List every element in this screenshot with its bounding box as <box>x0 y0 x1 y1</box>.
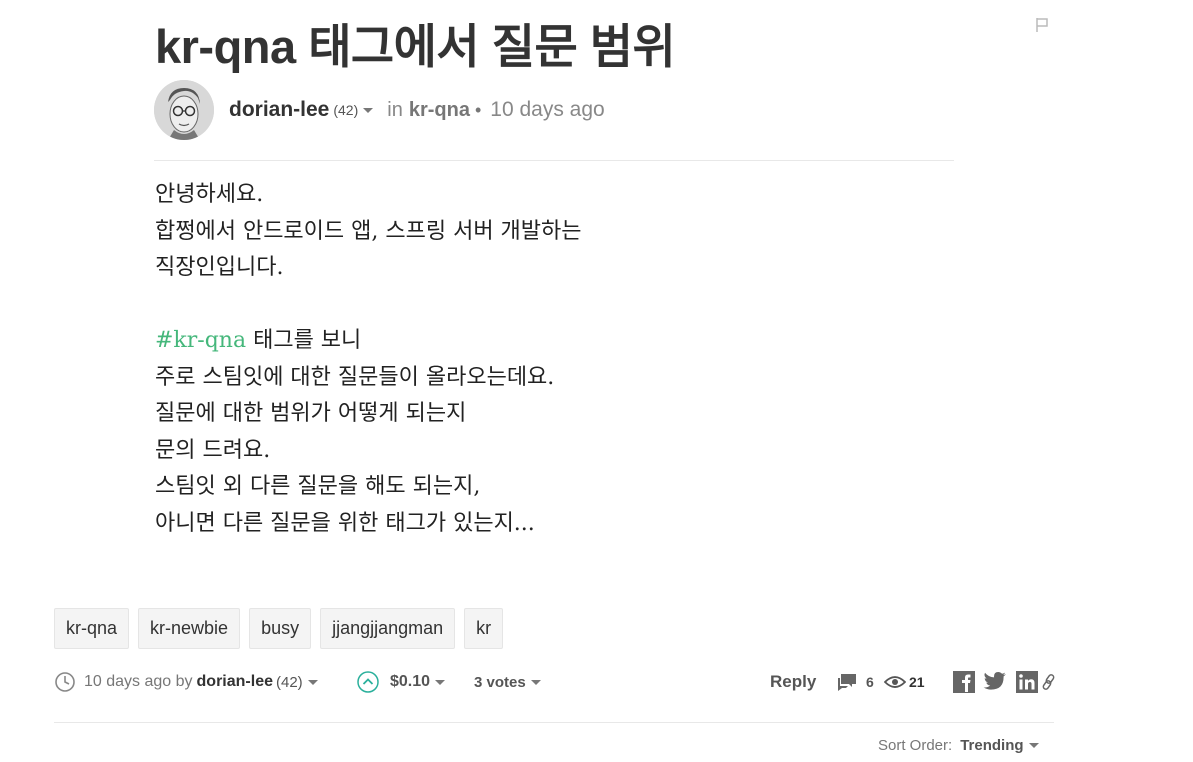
link-icon[interactable] <box>1041 665 1059 699</box>
body-line: 안녕하세요. <box>155 182 264 207</box>
hashtag-link[interactable]: #kr-qna <box>155 328 246 353</box>
post-footer: 10 days ago by dorian-lee (42) $0.10 3 v… <box>54 665 1064 699</box>
votes-caret[interactable] <box>530 679 541 685</box>
clock-icon <box>54 665 76 699</box>
footer-time: 10 days ago by dorian-lee (42) <box>84 665 318 699</box>
eye-icon <box>884 665 906 699</box>
author-link[interactable]: dorian-lee <box>229 98 329 122</box>
reply-link[interactable]: Reply <box>770 665 816 699</box>
comments-icon[interactable] <box>836 665 860 699</box>
body-text-fragment: 태그를 보니 <box>246 328 362 353</box>
payout-caret[interactable] <box>435 679 446 685</box>
tag-kr[interactable]: kr <box>464 608 504 649</box>
body-line: 직장인입니다. <box>155 255 284 280</box>
payout-value[interactable]: $0.10 <box>390 665 446 699</box>
body-line: 질문에 대한 범위가 어떻게 되는지 <box>155 401 467 426</box>
tag-list: kr-qna kr-newbie busy jjangjjangman kr <box>54 608 504 649</box>
body-line: #kr-qna 태그를 보니 <box>155 323 582 360</box>
divider <box>154 160 954 161</box>
in-label: in <box>387 98 403 121</box>
sort-label: Sort Order: <box>878 737 953 754</box>
author-row: dorian-lee (42) in kr-qna • 10 days ago <box>154 79 605 141</box>
linkedin-icon[interactable] <box>1015 665 1039 699</box>
votes-count[interactable]: 3 votes <box>474 665 541 699</box>
upvote-icon[interactable] <box>356 665 380 699</box>
facebook-icon[interactable] <box>952 665 976 699</box>
sort-caret[interactable] <box>1028 743 1039 748</box>
body-line: 합쩡에서 안드로이드 앱, 스프링 서버 개발하는 <box>155 218 582 244</box>
author-reputation: (42) <box>333 102 359 118</box>
body-line: 스팀잇 외 다른 질문을 해도 되는지, <box>155 474 481 499</box>
separator-dot: • <box>474 99 482 120</box>
body-line: 문의 드려요. <box>155 437 271 463</box>
tag-kr-qna[interactable]: kr-qna <box>54 608 130 649</box>
footer-author-link[interactable]: dorian-lee <box>197 673 273 691</box>
footer-author-caret[interactable] <box>307 679 318 685</box>
post-body: 안녕하세요. 합쩡에서 안드로이드 앱, 스프링 서버 개발하는 직장인입니다.… <box>155 177 582 542</box>
sort-value[interactable]: Trending <box>960 737 1023 754</box>
sort-order[interactable]: Sort Order: Trending <box>878 737 1039 754</box>
body-line-empty <box>155 287 582 324</box>
votes-label: 3 votes <box>474 673 526 691</box>
twitter-icon[interactable] <box>983 665 1007 699</box>
tag-kr-newbie[interactable]: kr-newbie <box>138 608 241 649</box>
tag-jjangjjangman[interactable]: jjangjjangman <box>320 608 456 649</box>
author-menu-caret[interactable] <box>363 107 374 113</box>
comments-count[interactable]: 6 <box>866 665 874 699</box>
views-count: 21 <box>909 674 925 690</box>
body-line: 아니면 다른 질문을 위한 태그가 있는지... <box>155 510 535 536</box>
post-time: 10 days ago <box>490 98 605 121</box>
payout-amount: $0.10 <box>390 673 431 690</box>
divider <box>54 722 1054 723</box>
avatar[interactable] <box>154 80 214 140</box>
category-link[interactable]: kr-qna <box>409 99 470 122</box>
post-title: kr-qna 태그에서 질문 범위 <box>155 20 676 73</box>
flag-icon[interactable] <box>1034 16 1050 34</box>
tag-busy[interactable]: busy <box>249 608 312 649</box>
footer-author-reputation: (42) <box>276 673 303 691</box>
body-line: 주로 스팀잇에 대한 질문들이 올라오는데요. <box>155 364 555 390</box>
footer-time-label: 10 days ago by <box>84 673 193 690</box>
